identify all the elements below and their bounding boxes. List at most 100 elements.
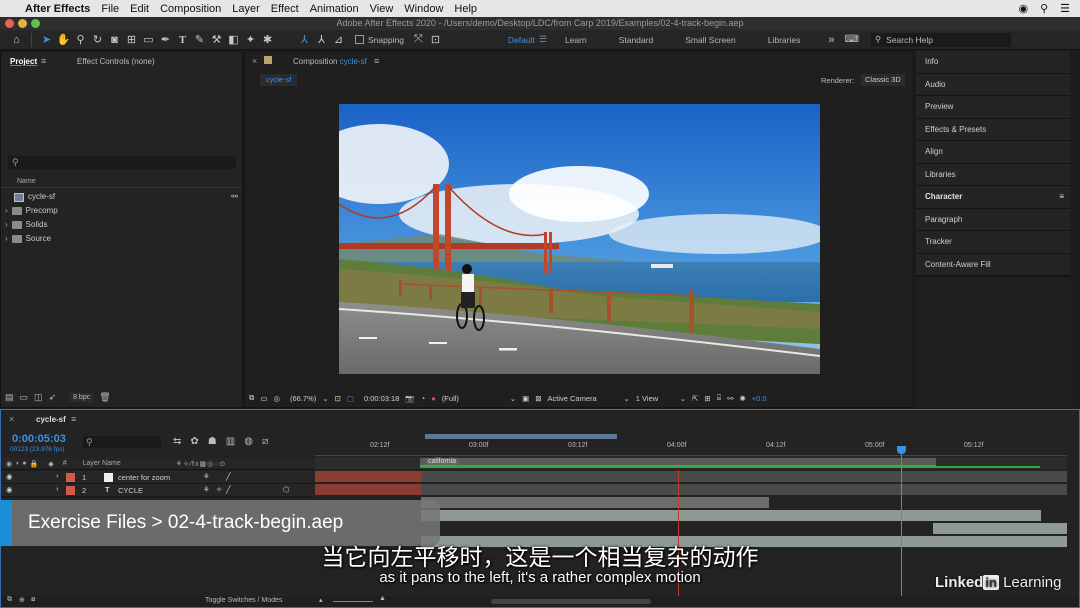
snap-grid-icon[interactable]: ⊡	[427, 32, 444, 48]
project-search-input[interactable]: ⚲	[8, 156, 236, 169]
current-time-display[interactable]: 0:00:05:03	[12, 433, 66, 445]
layer-bar[interactable]	[421, 471, 1067, 482]
snapping-checkbox[interactable]	[355, 35, 364, 44]
renderer-button[interactable]: Classic 3D	[861, 74, 905, 86]
trash-icon[interactable]: 🗑	[99, 392, 110, 403]
shy-layers-icon[interactable]: ☗	[208, 436, 217, 447]
search-help-field[interactable]: ⚲ Search Help	[870, 32, 1011, 47]
zoom-out-icon[interactable]: ▴	[319, 596, 323, 604]
selection-tool-icon[interactable]: ➤	[38, 32, 55, 48]
new-composition-icon[interactable]: ◫	[34, 392, 43, 403]
draft-3d-icon[interactable]: ✿	[190, 436, 198, 447]
collapse-switch-icon[interactable]: ✧	[216, 485, 222, 494]
snapshot-icon[interactable]: 📷	[405, 394, 414, 403]
menu-edit[interactable]: Edit	[130, 3, 149, 15]
menu-layer[interactable]: Layer	[232, 3, 260, 15]
chevron-right-icon[interactable]: ›	[5, 232, 8, 246]
project-item-folder[interactable]: › Precomp	[1, 204, 242, 218]
layer-bar[interactable]	[315, 471, 421, 482]
control-center-icon[interactable]: ☰	[1060, 2, 1070, 15]
panel-tracker[interactable]: Tracker	[916, 231, 1070, 254]
adobe-dynamic-link-icon[interactable]: ➶	[49, 392, 57, 403]
panel-libraries[interactable]: Libraries	[916, 163, 1070, 186]
layer-bar[interactable]	[315, 484, 421, 495]
timeline-search-input[interactable]: ⚲	[83, 436, 161, 448]
workspace-default[interactable]: Default	[508, 35, 535, 45]
timeline-icon[interactable]: ⌸	[717, 393, 722, 403]
visibility-eye-icon[interactable]: ◉	[6, 485, 13, 494]
panel-align[interactable]: Align	[916, 141, 1070, 164]
playhead-handle[interactable]	[897, 446, 906, 454]
menu-help[interactable]: Help	[454, 3, 477, 15]
home-icon[interactable]: ⌂	[8, 32, 25, 48]
label-column-icon[interactable]: ◆	[48, 460, 53, 468]
brush-tool-icon[interactable]: ✎	[191, 32, 208, 48]
toggle-transparency-icon[interactable]: ▢	[347, 394, 354, 403]
tab-project[interactable]: Project	[10, 57, 37, 66]
project-item-folder[interactable]: › Solids	[1, 218, 242, 232]
comp-mini-flowchart-icon[interactable]: ⇆	[173, 436, 181, 447]
interpret-footage-icon[interactable]: ▤	[5, 392, 14, 403]
motion-blur-icon[interactable]: ◍	[244, 436, 253, 447]
app-menu[interactable]: After Effects	[25, 3, 90, 15]
layer-name[interactable]: CYCLE	[118, 486, 143, 495]
panel-content-aware-fill[interactable]: Content-Aware Fill	[916, 253, 1070, 276]
rectangle-tool-icon[interactable]: ▭	[140, 32, 157, 48]
search-icon[interactable]: ⚲	[1040, 2, 1048, 15]
work-area-bar[interactable]	[425, 434, 617, 439]
layer-bar[interactable]	[421, 510, 1041, 521]
lock-switch-icon[interactable]: 🔒	[30, 460, 39, 468]
audio-switch-icon[interactable]: ◖	[15, 460, 19, 467]
visibility-eye-icon[interactable]: ◉	[6, 472, 13, 481]
show-snapshot-icon[interactable]: ◔	[421, 394, 426, 403]
axis-world-icon[interactable]: ⅄	[313, 32, 330, 48]
zoom-window-button[interactable]	[31, 19, 40, 28]
shy-switch-icon[interactable]: ⚘	[203, 472, 210, 481]
hand-tool-icon[interactable]: ✋	[55, 32, 72, 48]
layer-row[interactable]: ◉ › 1 center for zoom ⚘ ╱	[1, 471, 314, 484]
panel-paragraph[interactable]: Paragraph	[916, 208, 1070, 231]
shy-switch-icon[interactable]: ⚘	[203, 485, 210, 494]
puppet-tool-icon[interactable]: ✱	[259, 32, 276, 48]
fast-previews-icon[interactable]: ⊞	[704, 394, 710, 403]
toggle-switches-modes-button[interactable]: Toggle Switches / Modes	[205, 597, 282, 604]
graph-editor-icon[interactable]: ⧄	[262, 436, 268, 447]
panel-info[interactable]: Info	[916, 51, 1070, 74]
fit-icon[interactable]: ⊡	[335, 394, 341, 403]
panel-menu-icon[interactable]: ≡	[1059, 186, 1064, 209]
menu-view[interactable]: View	[370, 3, 394, 15]
zoom-dropdown[interactable]: (66.7%)	[290, 394, 316, 403]
close-window-button[interactable]	[5, 19, 14, 28]
quality-switch-icon[interactable]: ╱	[226, 485, 231, 494]
layer-bar[interactable]	[933, 523, 1067, 534]
playhead[interactable]	[901, 446, 902, 596]
workspace-menu-icon[interactable]: ☰	[539, 34, 547, 45]
panel-menu-icon[interactable]: ≡	[374, 56, 379, 66]
workspace-small-screen[interactable]: Small Screen	[685, 35, 736, 45]
snap-options-icon[interactable]: ⤧	[410, 32, 427, 48]
timeline-scrollbar[interactable]	[491, 599, 651, 604]
reset-exposure-icon[interactable]: ✺	[739, 394, 745, 403]
toggle-in-out-icon[interactable]: ⧇	[31, 596, 35, 604]
workspace-standard[interactable]: Standard	[619, 35, 654, 45]
layer-label-color[interactable]	[66, 473, 75, 482]
sync-settings-icon[interactable]: ⌨	[844, 34, 858, 45]
menu-window[interactable]: Window	[404, 3, 443, 15]
layer-bar[interactable]	[421, 497, 769, 508]
project-item-folder[interactable]: › Source	[1, 232, 242, 246]
project-item-comp[interactable]: cycle-sf ⚯	[1, 190, 242, 204]
toggle-transfer-controls-icon[interactable]: ⊕	[19, 596, 25, 604]
chevron-right-icon[interactable]: ›	[56, 471, 59, 480]
frame-blending-icon[interactable]: ▥	[226, 436, 235, 447]
panel-preview[interactable]: Preview	[916, 96, 1070, 119]
axis-local-icon[interactable]: ⅄	[296, 32, 313, 48]
grid-icon[interactable]: ⊠	[535, 394, 541, 403]
3d-layer-icon[interactable]: ⬡	[283, 485, 290, 494]
column-header-name[interactable]: Name	[1, 176, 242, 188]
clone-stamp-tool-icon[interactable]: ⚒	[208, 32, 225, 48]
close-panel-icon[interactable]: ×	[252, 56, 257, 66]
view-layout-dropdown[interactable]: 1 View	[636, 394, 674, 403]
composition-tab[interactable]: Composition cycle-sf	[293, 57, 367, 66]
layer-label-color[interactable]	[66, 486, 75, 495]
always-preview-icon[interactable]: ⧉	[249, 393, 254, 403]
